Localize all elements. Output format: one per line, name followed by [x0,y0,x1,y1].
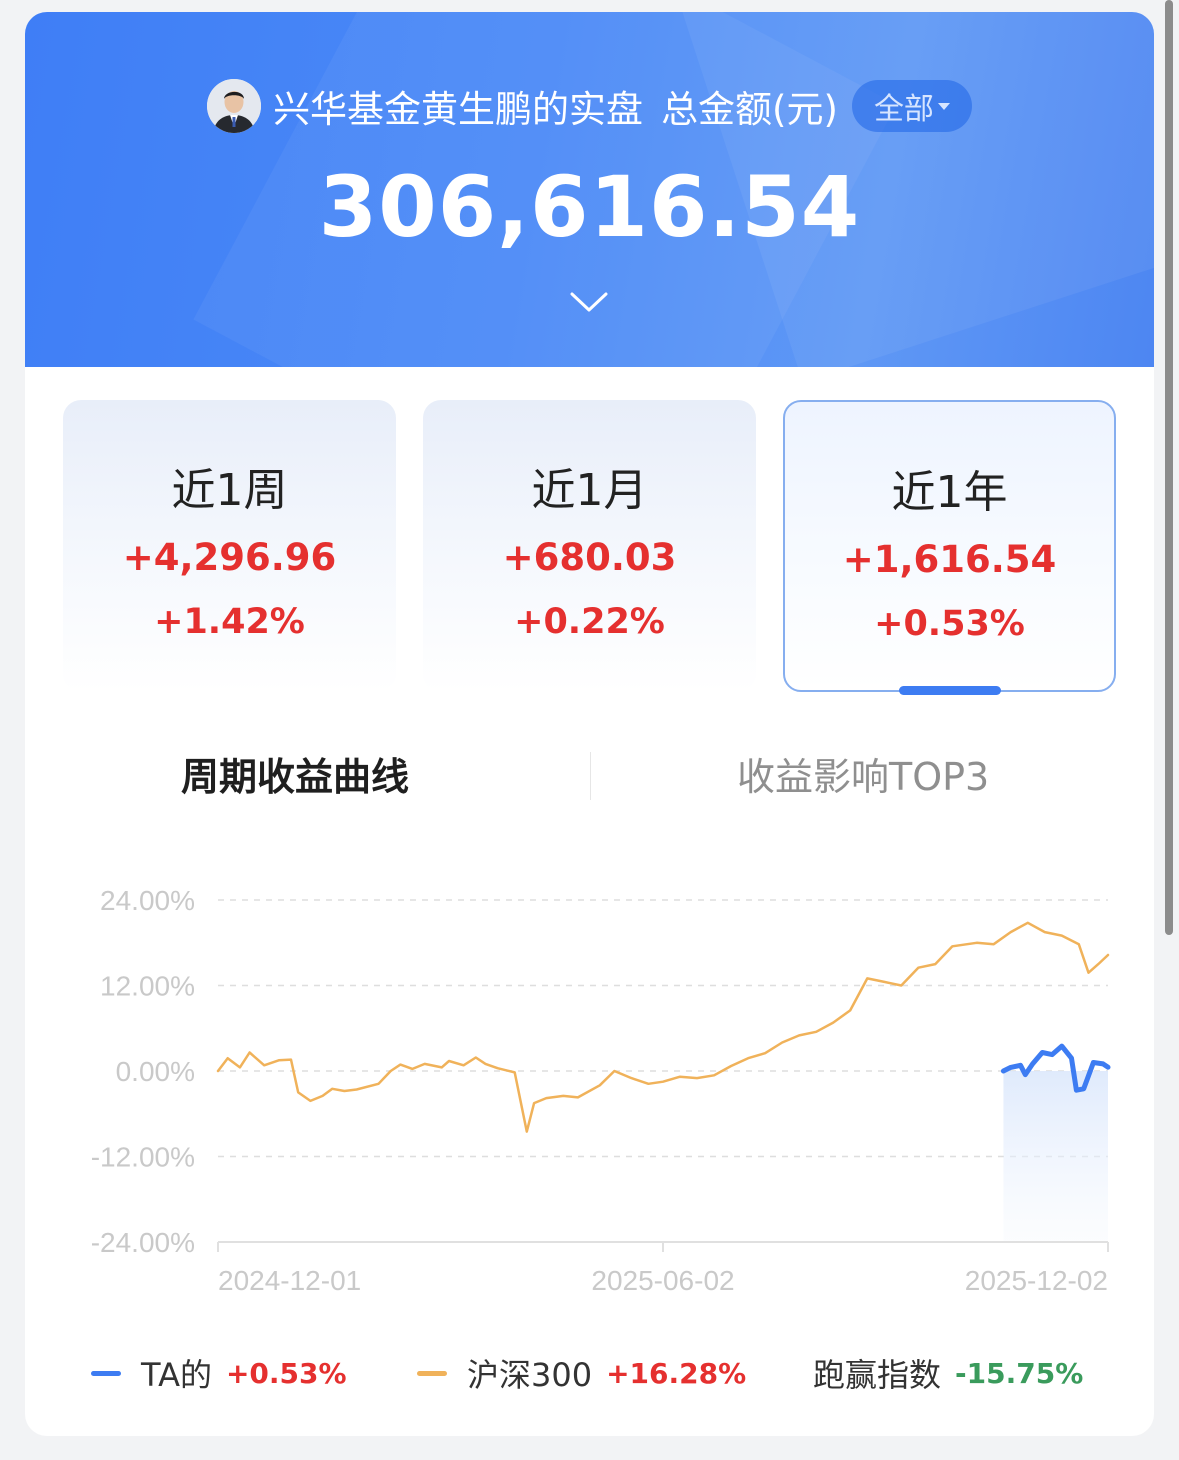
legend-name: 沪深300 [467,1356,593,1394]
period-card-month[interactable]: 近1月 +680.03 +0.22% [423,400,756,692]
tab-return-curve[interactable]: 周期收益曲线 [181,746,409,801]
total-amount-label: 总金额(元) [661,88,838,131]
legend-swatch [91,1370,121,1376]
period-title: 近1年 [891,467,1008,518]
legend-value: +16.28% [606,1356,747,1390]
y-tick-label: 24.00% [100,885,195,916]
y-tick-label: -24.00% [91,1227,195,1258]
avatar[interactable] [207,79,262,133]
selected-indicator [899,686,1001,695]
legend-swatch [417,1370,447,1376]
series-line-csi300 [216,921,1110,1133]
scope-selector[interactable]: 全部 [851,80,972,132]
total-amount: 306,616.54 [318,158,861,256]
legend-item-excess: 跑赢指数 -15.75% [813,1350,1083,1396]
period-amount: +4,296.96 [122,536,337,579]
y-tick-label: 0.00% [116,1056,195,1087]
tab-divider [590,752,591,800]
period-amount: +1,616.54 [842,538,1057,581]
x-tick-label: 2025-12-02 [965,1265,1108,1296]
period-card-week[interactable]: 近1周 +4,296.96 +1.42% [63,400,396,692]
legend-name: TA的 [141,1356,212,1394]
y-tick-label: -12.00% [91,1142,195,1173]
x-tick-label: 2025-06-02 [591,1265,734,1296]
period-percent: +0.22% [514,602,665,642]
legend-item-index: 沪深300 +16.28% [417,1350,746,1396]
chevron-down-icon[interactable] [569,288,609,316]
legend-value: -15.75% [955,1356,1084,1390]
header-title-row: 兴华基金黄生鹏的实盘 总金额(元) 全部 [25,78,1154,134]
tab-top3-impact[interactable]: 收益影响TOP3 [737,746,989,801]
caret-down-icon [937,102,950,110]
y-tick-label: 12.00% [100,971,195,1002]
scrollbar[interactable] [1165,0,1173,935]
legend-name: 跑赢指数 [813,1356,942,1394]
scope-selector-label: 全部 [873,92,934,127]
legend-item-mine: TA的 +0.53% [91,1350,347,1396]
period-percent: +1.42% [154,602,305,642]
chart-legend: TA的 +0.53% 沪深300 +16.28% 跑赢指数 -15.75% [25,1350,1154,1400]
owner-name: 兴华基金黄生鹏的实盘 [273,88,644,131]
period-title: 近1周 [171,465,288,516]
period-card-year[interactable]: 近1年 +1,616.54 +0.53% [783,400,1116,695]
legend-value: +0.53% [225,1356,347,1390]
period-title: 近1月 [531,465,648,516]
period-amount: +680.03 [502,536,677,579]
x-tick-label: 2024-12-01 [218,1265,361,1296]
series-area-fill [1003,1071,1108,1242]
return-chart[interactable]: 24.00% 12.00% 0.00% -12.00% -24.00% 2024-12-… [25,862,1154,1302]
portfolio-header: 兴华基金黄生鹏的实盘 总金额(元) 全部 306,616.54 [25,12,1154,367]
period-percent: +0.53% [874,604,1025,644]
portfolio-card: 兴华基金黄生鹏的实盘 总金额(元) 全部 306,616.54 近1周 +4,2… [25,12,1154,1436]
